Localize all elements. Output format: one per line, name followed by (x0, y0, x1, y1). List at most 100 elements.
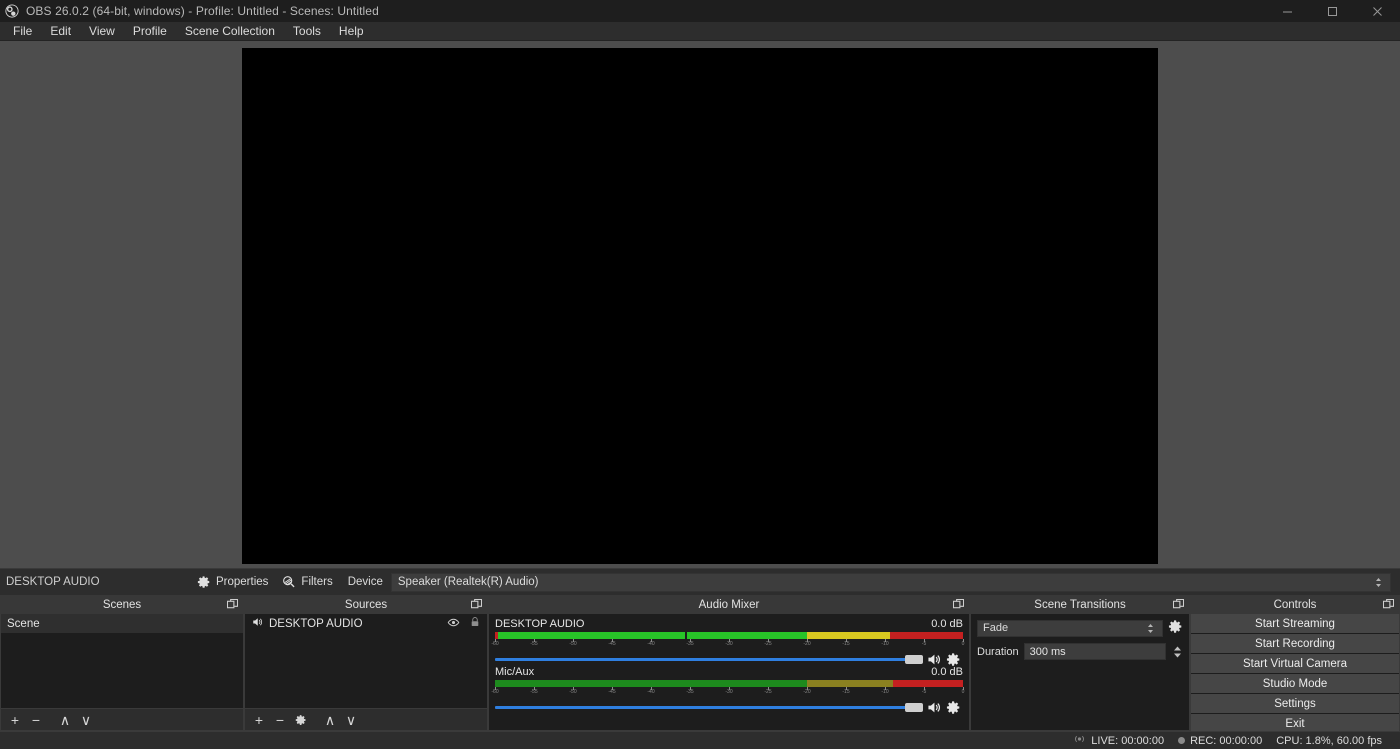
scene-transitions-body: Fade Duration 300 ms (970, 614, 1190, 731)
duration-stepper-icon[interactable] (1171, 645, 1183, 659)
scale-tick-label: -60 (491, 689, 499, 695)
meter-segment (892, 632, 963, 639)
start-recording-button[interactable]: Start Recording (1191, 634, 1399, 654)
meter-scale: -60 -55 -50 -45 -40 -35 -30 -25 -20 -15 -10 -5 0 (491, 639, 965, 648)
add-source-button[interactable]: + (250, 711, 268, 729)
volume-slider-handle[interactable] (905, 654, 923, 664)
device-label: Device (347, 576, 383, 588)
mixer-channel-header: Mic/Aux 0.0 dB (495, 666, 963, 679)
mixer-channel-header: DESKTOP AUDIO 0.0 dB (495, 618, 963, 631)
source-toolbar: DESKTOP AUDIO Properties Filters Device … (0, 568, 1400, 595)
duration-value: 300 ms (1029, 645, 1066, 658)
controls-float-icon[interactable] (1382, 598, 1395, 613)
duration-input[interactable]: 300 ms (1023, 643, 1166, 660)
scale-tick-label: -40 (647, 641, 655, 647)
settings-button[interactable]: Settings (1191, 694, 1399, 714)
volume-slider-handle[interactable] (905, 702, 923, 712)
gear-icon (197, 576, 210, 588)
mute-button[interactable] (923, 700, 943, 715)
transition-select-spinner-icon (1137, 623, 1162, 634)
scale-tick-label: -60 (491, 641, 499, 647)
scale-tick-label: 0 (961, 641, 965, 647)
menu-item-file[interactable]: File (4, 22, 41, 41)
close-button[interactable] (1355, 0, 1400, 22)
mute-button[interactable] (923, 652, 943, 667)
transition-properties-button[interactable] (1168, 619, 1183, 637)
scale-tick-label: -15 (842, 641, 850, 647)
scale-tick-label: 0 (961, 689, 965, 695)
scenes-title-label: Scenes (102, 598, 142, 611)
scale-tick-label: -45 (608, 641, 616, 647)
meter-segment (892, 680, 963, 687)
audio-mixer-body: DESKTOP AUDIO 0.0 dB -60 -55 -50 -45 -40 -35-… (488, 614, 970, 731)
sources-dock: Sources DESKTOP AUDIO + − ∧ ∨ (244, 595, 488, 731)
audio-mixer-dock-title: Audio Mixer (488, 595, 970, 615)
scene-item-label: Scene (7, 617, 40, 630)
studio-mode-button[interactable]: Studio Mode (1191, 674, 1399, 694)
meter-segment (495, 680, 807, 687)
meter-clip-indicator (890, 632, 894, 639)
preview-area[interactable] (0, 41, 1400, 568)
source-properties-button[interactable] (292, 711, 310, 729)
transition-select[interactable]: Fade (977, 619, 1163, 637)
start-streaming-button[interactable]: Start Streaming (1191, 614, 1399, 634)
scene-transitions-dock: Scene Transitions Fade Duration 300 ms (970, 595, 1190, 731)
maximize-button[interactable] (1310, 0, 1355, 22)
volume-slider[interactable] (495, 700, 923, 714)
scenes-float-icon[interactable] (226, 598, 239, 613)
scene-list-item[interactable]: Scene (1, 614, 243, 633)
mixer-channel-db: 0.0 dB (931, 666, 963, 678)
scale-tick-label: -50 (569, 641, 577, 647)
window-controls (1265, 0, 1400, 22)
scene-transitions-dock-title: Scene Transitions (970, 595, 1190, 615)
eye-icon[interactable] (447, 616, 460, 632)
scale-tick-label: -20 (803, 689, 811, 695)
transition-select-value: Fade (983, 622, 1009, 634)
speaker-icon (927, 702, 940, 712)
minimize-button[interactable] (1265, 0, 1310, 22)
menu-item-tools[interactable]: Tools (284, 22, 330, 41)
sources-float-icon[interactable] (470, 598, 483, 613)
rec-label: REC: 00:00:00 (1190, 734, 1263, 747)
start-virtual-camera-button[interactable]: Start Virtual Camera (1191, 654, 1399, 674)
move-scene-up-button[interactable]: ∧ (56, 711, 74, 729)
menu-item-profile[interactable]: Profile (124, 22, 176, 41)
meter-clip-indicator (495, 632, 498, 639)
menu-item-scene-collection[interactable]: Scene Collection (176, 22, 284, 41)
scale-tick-label: -5 (921, 641, 927, 647)
selected-source-label: DESKTOP AUDIO (6, 576, 100, 588)
menu-item-view[interactable]: View (80, 22, 124, 41)
sources-dock-title: Sources (244, 595, 488, 615)
scale-tick-label: -25 (764, 689, 772, 695)
meter-peak-indicator (684, 632, 687, 639)
audio-mixer-float-icon[interactable] (952, 598, 965, 613)
scale-tick-label: -25 (764, 641, 772, 647)
audio-settings-button[interactable] (943, 652, 963, 667)
preview-canvas[interactable] (242, 48, 1158, 564)
filters-button[interactable]: Filters (275, 571, 339, 593)
scenes-list[interactable]: Scene + − ∧ ∨ (0, 614, 244, 731)
audio-mixer-title-label: Audio Mixer (698, 598, 760, 611)
device-select-value: Speaker (Realtek(R) Audio) (397, 576, 539, 588)
device-select[interactable]: Speaker (Realtek(R) Audio) (390, 572, 1391, 592)
scenes-toolbar: + − ∧ ∨ (1, 708, 243, 730)
duration-row: Duration 300 ms (977, 643, 1183, 660)
scale-tick-label: -15 (842, 689, 850, 695)
volume-slider[interactable] (495, 652, 923, 666)
move-source-down-button[interactable]: ∨ (342, 711, 360, 729)
lock-icon[interactable] (469, 616, 481, 631)
scene-transitions-float-icon[interactable] (1172, 598, 1185, 613)
menu-item-help[interactable]: Help (330, 22, 373, 41)
move-scene-down-button[interactable]: ∨ (77, 711, 95, 729)
source-list-item[interactable]: DESKTOP AUDIO (245, 614, 487, 633)
move-source-up-button[interactable]: ∧ (321, 711, 339, 729)
remove-scene-button[interactable]: − (27, 711, 45, 729)
add-scene-button[interactable]: + (6, 711, 24, 729)
controls-dock-title: Controls (1190, 595, 1400, 615)
remove-source-button[interactable]: − (271, 711, 289, 729)
properties-button[interactable]: Properties (190, 571, 275, 593)
live-status: LIVE: 00:00:00 (1073, 734, 1164, 747)
menu-item-edit[interactable]: Edit (41, 22, 80, 41)
audio-settings-button[interactable] (943, 700, 963, 715)
sources-list[interactable]: DESKTOP AUDIO + − ∧ ∨ (244, 614, 488, 731)
